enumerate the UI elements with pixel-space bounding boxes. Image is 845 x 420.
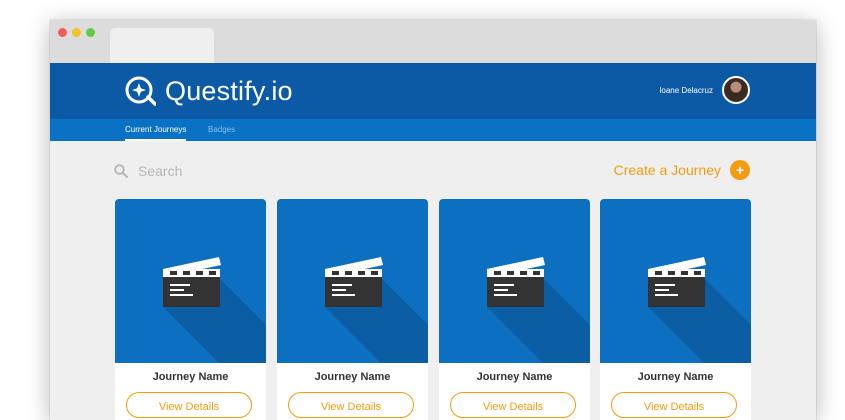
- journey-card-image: [277, 199, 428, 363]
- create-journey-label: Create a Journey: [613, 162, 721, 178]
- clapperboard-icon: [163, 257, 266, 363]
- app-name: Questify.io: [165, 75, 293, 106]
- user-name: Ioane Delacruz: [659, 85, 713, 95]
- tab-current-journeys[interactable]: Current Journeys: [125, 119, 187, 141]
- journey-card-title: Journey Name: [314, 371, 391, 383]
- app-header: Questify.io Ioane Delacruz: [50, 63, 816, 119]
- close-window-dot[interactable]: [58, 28, 67, 37]
- tab-badges[interactable]: Badges: [208, 119, 235, 141]
- journey-card-image: [600, 199, 751, 363]
- journey-card[interactable]: Journey Name View Details: [277, 199, 428, 420]
- minimize-window-dot[interactable]: [72, 28, 81, 37]
- maximize-window-dot[interactable]: [86, 28, 95, 37]
- plus-icon: +: [730, 160, 750, 180]
- search-bar: [114, 160, 314, 182]
- user-menu[interactable]: Ioane Delacruz: [659, 76, 750, 104]
- search-icon: [114, 164, 128, 178]
- logo-icon: [125, 76, 156, 106]
- browser-window: Questify.io Ioane Delacruz Current Journ…: [50, 20, 816, 420]
- search-input[interactable]: [138, 163, 298, 179]
- create-journey-button[interactable]: Create a Journey +: [614, 159, 750, 181]
- clapperboard-icon: [325, 257, 428, 363]
- view-details-button[interactable]: View Details: [126, 392, 252, 418]
- journey-card[interactable]: Journey Name View Details: [600, 199, 751, 420]
- journey-card-title: Journey Name: [637, 371, 714, 383]
- avatar[interactable]: [722, 76, 750, 104]
- browser-chrome: [50, 20, 816, 64]
- journey-card-image: [115, 199, 266, 363]
- journey-card[interactable]: Journey Name View Details: [115, 199, 266, 420]
- sub-navigation: Current Journeys Badges: [50, 119, 816, 141]
- journey-card[interactable]: Journey Name View Details: [439, 199, 590, 420]
- journey-card-title: Journey Name: [152, 371, 229, 383]
- browser-tab[interactable]: [110, 28, 214, 64]
- journey-card-image: [439, 199, 590, 363]
- app-logo[interactable]: Questify.io: [124, 75, 293, 107]
- view-details-button[interactable]: View Details: [450, 392, 576, 418]
- view-details-button[interactable]: View Details: [288, 392, 414, 418]
- journey-card-title: Journey Name: [476, 371, 553, 383]
- clapperboard-icon: [487, 257, 590, 363]
- view-details-button[interactable]: View Details: [611, 392, 737, 418]
- clapperboard-icon: [648, 257, 751, 363]
